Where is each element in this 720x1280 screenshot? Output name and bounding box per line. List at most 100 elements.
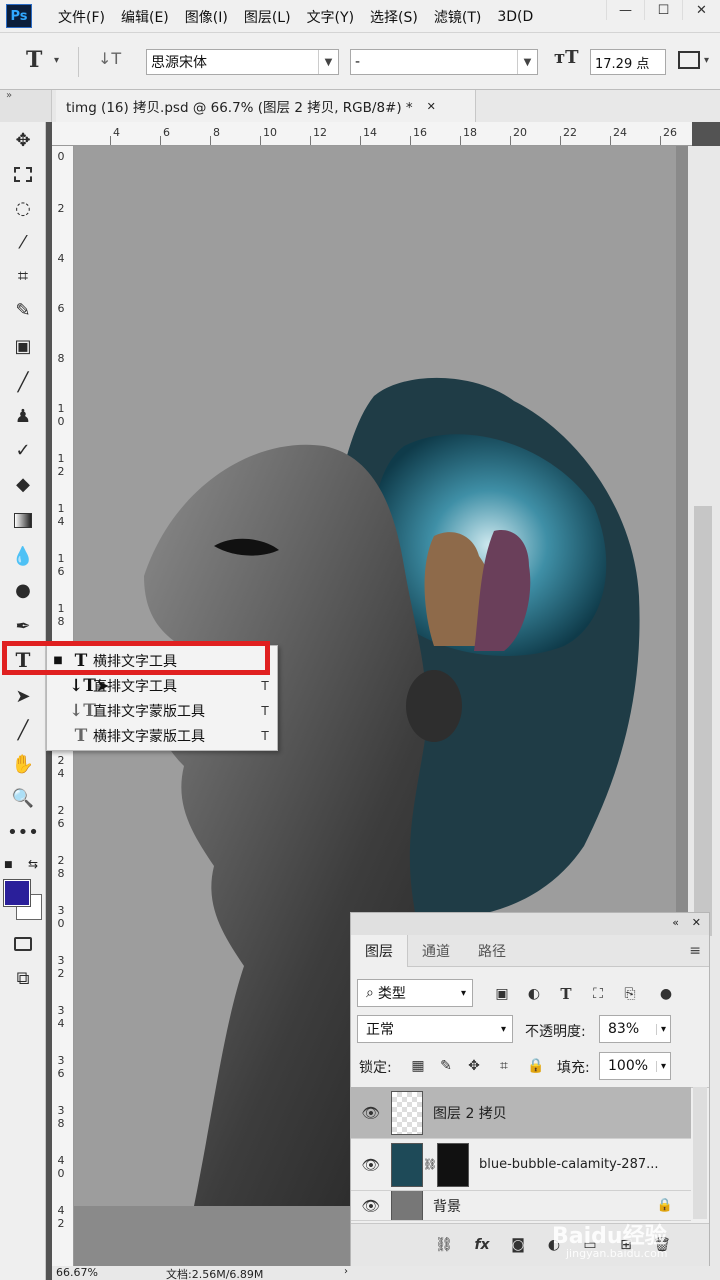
eraser-tool-icon[interactable]: ◆ xyxy=(6,470,40,498)
add-mask-icon[interactable]: ◙ xyxy=(507,1234,529,1256)
marquee-tool-icon[interactable] xyxy=(6,160,40,188)
eyedropper-tool-icon[interactable]: ✎ xyxy=(6,296,40,324)
panel-menu-icon[interactable]: ≡ xyxy=(689,943,701,959)
visibility-eye-icon[interactable]: 👁 xyxy=(351,1104,391,1122)
layer-row[interactable]: 👁 ⛓ blue-bubble-calamity-287... xyxy=(351,1139,691,1191)
document-tab[interactable]: timg (16) 拷贝.psd @ 66.7% (图层 2 拷贝, RGB/8… xyxy=(56,90,476,122)
font-family-value: 思源宋体 xyxy=(151,55,207,71)
hand-tool-icon[interactable]: ✋ xyxy=(6,750,40,778)
fx-icon[interactable]: fx xyxy=(471,1234,493,1256)
ruler-label: 1 2 xyxy=(57,452,65,478)
menu-edit[interactable]: 编辑(E) xyxy=(121,7,169,27)
lock-transparent-icon[interactable]: ▦ xyxy=(407,1055,429,1077)
history-brush-tool-icon[interactable]: ✓ xyxy=(6,436,40,464)
filter-smart-object-icon[interactable]: ⎘ xyxy=(619,983,641,1005)
blend-mode-select[interactable]: 正常 ▾ xyxy=(357,1015,513,1043)
ruler-label: 10 xyxy=(263,126,277,139)
filter-adjustment-icon[interactable]: ◐ xyxy=(523,983,545,1005)
font-family-select[interactable]: 思源宋体 ▼ xyxy=(146,49,339,75)
stamp-tool-icon[interactable]: ♟ xyxy=(6,402,40,430)
line-tool-icon[interactable]: ╱ xyxy=(6,716,40,744)
filter-toggle-icon[interactable]: ● xyxy=(655,983,677,1005)
zoom-level[interactable]: 66.67% xyxy=(56,1266,98,1279)
path-select-tool-icon[interactable]: ➤ xyxy=(6,682,40,710)
maximize-button[interactable]: ☐ xyxy=(644,0,682,20)
ruler-label: 3 0 xyxy=(57,904,65,930)
menu-layer[interactable]: 图层(L) xyxy=(244,7,291,27)
zoom-tool-icon[interactable]: 🔍 xyxy=(6,784,40,812)
ruler-label: 22 xyxy=(563,126,577,139)
options-bar: T ▾ ↓T 思源宋体 ▼ - ▼ тT 17.29 点 ▾ xyxy=(0,33,720,90)
font-style-value: - xyxy=(355,54,361,70)
screen-mode-icon[interactable]: ⧉ xyxy=(6,964,40,992)
tab-close-icon[interactable]: ✕ xyxy=(427,100,436,113)
type-tool-preset-icon[interactable]: T xyxy=(26,47,42,73)
menu-filter[interactable]: 滤镜(T) xyxy=(434,7,481,27)
font-size-input[interactable]: 17.29 点 xyxy=(590,49,666,75)
crop-tool-icon[interactable]: ⌗ xyxy=(6,262,40,290)
move-tool-icon[interactable]: ✥ xyxy=(6,126,40,154)
chevron-down-icon[interactable]: ▾ xyxy=(704,55,709,66)
lock-artboard-icon[interactable]: ⌗ xyxy=(493,1055,515,1077)
more-tools-icon[interactable]: ••• xyxy=(6,818,40,846)
toolbox-collapse-handle[interactable]: » xyxy=(0,90,52,122)
menu-file[interactable]: 文件(F) xyxy=(58,7,105,27)
visibility-eye-icon[interactable]: 👁 xyxy=(351,1197,391,1215)
filter-pixel-icon[interactable]: ▣ xyxy=(491,983,513,1005)
menu-items: 文件(F) 编辑(E) 图像(I) 图层(L) 文字(Y) 选择(S) 滤镜(T… xyxy=(50,0,541,33)
visibility-eye-icon[interactable]: 👁 xyxy=(351,1156,391,1174)
quick-mask-icon[interactable] xyxy=(6,930,40,958)
link-layers-icon[interactable]: ⛓ xyxy=(433,1234,455,1256)
document-info[interactable]: 文档:2.56M/6.89M xyxy=(166,1266,263,1280)
layer-row[interactable]: 👁 背景 🔒 xyxy=(351,1191,691,1221)
horizontal-ruler: 4 6 8 10 12 14 16 18 20 22 24 26 xyxy=(52,122,692,146)
chevron-down-icon: ▾ xyxy=(655,1023,666,1035)
ruler-label: 3 6 xyxy=(57,1054,65,1080)
filter-shape-icon[interactable]: ⛶ xyxy=(587,983,609,1005)
layer-filter-select[interactable]: ⌕ 类型 ▾ xyxy=(357,979,473,1007)
blur-tool-icon[interactable]: 💧 xyxy=(6,542,40,570)
pen-tool-icon[interactable]: ✒ xyxy=(6,612,40,640)
foreground-color-swatch[interactable] xyxy=(3,879,31,907)
opacity-input[interactable]: 83% ▾ xyxy=(599,1015,671,1043)
minimize-button[interactable]: — xyxy=(606,0,644,20)
flyout-item-vertical-type[interactable]: ↓T 直排文字工具 T xyxy=(47,673,277,698)
layers-scrollbar[interactable] xyxy=(693,1087,707,1219)
flyout-item-horizontal-type-mask[interactable]: T 横排文字蒙版工具 T xyxy=(47,723,277,748)
close-panel-icon[interactable]: ✕ xyxy=(692,916,701,929)
scrollbar-thumb[interactable] xyxy=(694,506,712,936)
lasso-tool-icon[interactable]: ◌ xyxy=(6,194,40,222)
layer-row[interactable]: 👁 图层 2 拷贝 xyxy=(351,1087,691,1139)
brush-tool-icon[interactable]: ╱ xyxy=(6,368,40,396)
frame-tool-icon[interactable]: ▣ xyxy=(6,332,40,360)
menu-type[interactable]: 文字(Y) xyxy=(307,7,354,27)
anti-alias-icon[interactable] xyxy=(678,51,700,69)
lock-all-icon[interactable]: 🔒 xyxy=(525,1055,547,1077)
font-style-select[interactable]: - ▼ xyxy=(350,49,538,75)
lock-image-icon[interactable]: ✎ xyxy=(435,1055,457,1077)
ruler-label: 1 0 xyxy=(57,402,65,428)
filter-type-icon[interactable]: T xyxy=(555,983,577,1005)
chevron-down-icon[interactable]: ▾ xyxy=(54,55,59,66)
chevron-down-icon: ▼ xyxy=(318,50,338,74)
gradient-tool-icon[interactable] xyxy=(6,506,40,534)
menu-3d[interactable]: 3D(D xyxy=(497,9,533,25)
tab-layers[interactable]: 图层 xyxy=(351,935,408,967)
tab-channels[interactable]: 通道 xyxy=(408,935,464,967)
panel-tabs: 图层 通道 路径 ≡ xyxy=(351,935,709,967)
menu-image[interactable]: 图像(I) xyxy=(185,7,228,27)
tab-paths[interactable]: 路径 xyxy=(464,935,520,967)
chevron-right-icon[interactable]: › xyxy=(344,1266,348,1277)
swap-colors-icon[interactable]: ⇆ xyxy=(28,857,38,871)
close-button[interactable]: ✕ xyxy=(682,0,720,20)
dodge-tool-icon[interactable]: ● xyxy=(6,576,40,604)
collapse-panel-icon[interactable]: « xyxy=(672,916,679,929)
quick-select-tool-icon[interactable]: ⁄ xyxy=(6,228,40,256)
default-colors-icon[interactable]: ■ xyxy=(4,860,13,870)
chevron-down-icon: ▼ xyxy=(517,50,537,74)
text-orientation-icon[interactable]: ↓T xyxy=(98,49,121,68)
lock-position-icon[interactable]: ✥ xyxy=(463,1055,485,1077)
flyout-item-vertical-type-mask[interactable]: ↓T 直排文字蒙版工具 T xyxy=(47,698,277,723)
menu-select[interactable]: 选择(S) xyxy=(370,7,418,27)
fill-input[interactable]: 100% ▾ xyxy=(599,1052,671,1080)
